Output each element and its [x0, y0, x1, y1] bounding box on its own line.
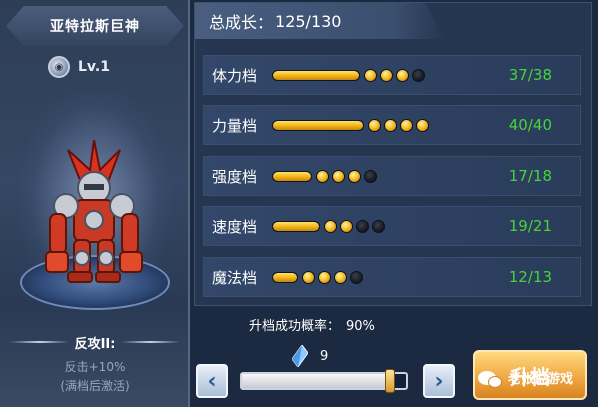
stat-value: 19/21 — [508, 217, 552, 235]
success-rate-row: 升档成功概率： 90% — [249, 315, 375, 334]
pip-filled-icon — [318, 270, 331, 284]
stat-progress-bar — [272, 119, 364, 131]
pip-filled-icon — [332, 169, 345, 183]
total-growth-label: 总成长： — [209, 13, 274, 32]
level-row: ◉ Lv.1 — [48, 56, 110, 78]
watermark-text: 老张说游戏 — [508, 372, 574, 387]
character-portrait — [45, 140, 143, 283]
success-rate-label: 升档成功概率： — [249, 319, 341, 334]
character-panel: 亚特拉斯巨神 ◉ Lv.1 反攻II: 反击+10% (满档后激活) — [0, 0, 190, 407]
total-growth-header: 总成长： 125/130 — [195, 3, 445, 39]
pip-empty-icon — [372, 219, 385, 233]
skill-effect: 反击+10% — [64, 360, 126, 374]
slider-handle[interactable] — [384, 369, 395, 393]
stat-pips — [368, 118, 429, 132]
stat-row: 力量档 40/40 — [203, 105, 581, 145]
stat-pips — [324, 219, 385, 233]
stat-progress-fill — [273, 171, 311, 181]
increase-button[interactable]: › — [423, 364, 455, 398]
stat-label: 力量档 — [212, 116, 258, 135]
total-growth-value: 125/130 — [275, 11, 342, 31]
stat-row: 魔法档 12/13 — [203, 257, 581, 297]
wechat-icon — [478, 370, 502, 388]
pip-filled-icon — [324, 219, 337, 233]
stat-pips — [316, 169, 377, 183]
stat-row: 强度档 17/18 — [203, 156, 581, 196]
chevron-left-icon: ‹ — [207, 368, 217, 394]
pip-filled-icon — [368, 118, 381, 132]
crystal-row: 9 — [292, 345, 328, 367]
crystal-count: 9 — [320, 348, 329, 364]
level-text: Lv.1 — [78, 59, 110, 75]
stat-pips — [302, 270, 363, 284]
stat-progress-fill — [273, 272, 297, 282]
pip-filled-icon — [348, 169, 361, 183]
stat-progress-fill — [273, 120, 363, 130]
watermark: 老张说游戏 — [478, 368, 574, 388]
stat-label: 强度档 — [212, 167, 258, 186]
divider — [121, 341, 180, 343]
stat-progress-fill — [273, 221, 319, 231]
stat-value: 12/13 — [508, 268, 552, 286]
pip-empty-icon — [356, 219, 369, 233]
pip-filled-icon — [380, 68, 393, 82]
pip-filled-icon — [416, 118, 429, 132]
stat-progress-bar — [272, 271, 298, 283]
pip-filled-icon — [316, 169, 329, 183]
crystal-icon — [292, 345, 308, 367]
stat-label: 魔法档 — [212, 268, 258, 287]
stat-label: 体力档 — [212, 66, 258, 85]
success-rate-value: 90% — [346, 319, 375, 334]
pip-empty-icon — [350, 270, 363, 284]
chevron-right-icon: › — [434, 368, 444, 394]
stat-label: 速度档 — [212, 217, 258, 236]
pip-filled-icon — [334, 270, 347, 284]
level-orb-icon: ◉ — [48, 56, 70, 78]
stat-pips — [364, 68, 425, 82]
skill-description: 反击+10% (满档后激活) — [0, 358, 188, 396]
stat-row: 速度档 19/21 — [203, 206, 581, 246]
pip-filled-icon — [340, 219, 353, 233]
pip-filled-icon — [396, 68, 409, 82]
stat-progress-bar — [272, 220, 320, 232]
pip-filled-icon — [384, 118, 397, 132]
stat-row: 体力档 37/38 — [203, 55, 581, 95]
pip-empty-icon — [412, 68, 425, 82]
pip-filled-icon — [400, 118, 413, 132]
stat-value: 40/40 — [508, 116, 552, 134]
character-name: 亚特拉斯巨神 — [6, 6, 184, 46]
stat-progress-bar — [272, 170, 312, 182]
skill-title-row: 反攻II: — [10, 332, 180, 352]
divider — [10, 341, 69, 343]
pip-empty-icon — [364, 169, 377, 183]
slider-fill — [242, 374, 390, 388]
skill-activation-note: (满档后激活) — [60, 379, 130, 393]
skill-title: 反攻II: — [74, 336, 116, 352]
stat-progress-bar — [272, 69, 360, 81]
stat-value: 17/18 — [508, 167, 552, 185]
decrease-button[interactable]: ‹ — [196, 364, 228, 398]
stat-progress-fill — [273, 70, 359, 80]
pip-filled-icon — [302, 270, 315, 284]
stats-panel: 总成长： 125/130 体力档 37/38 力量档 40/40 强度档 17/18 速度档… — [194, 2, 592, 306]
stat-value: 37/38 — [508, 66, 552, 84]
pip-filled-icon — [364, 68, 377, 82]
quantity-slider[interactable] — [240, 369, 408, 393]
